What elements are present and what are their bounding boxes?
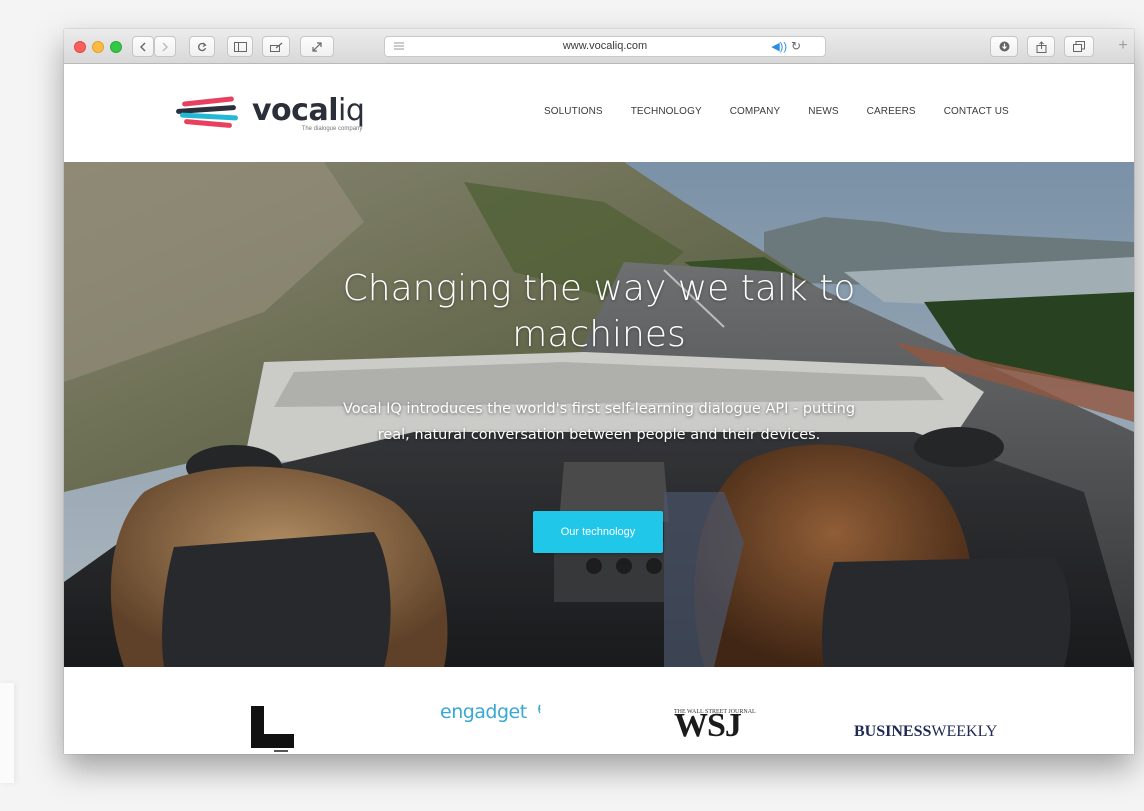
business-weekly-logo[interactable]: BUSINESSWEEKLY (854, 723, 997, 741)
engadget-signal-icon (537, 704, 541, 714)
vocaliq-logo[interactable]: vocaliq The dialogue company (175, 93, 365, 132)
forward-icon (162, 42, 168, 51)
minimize-window-button[interactable] (92, 41, 104, 53)
fullscreen-button[interactable] (300, 36, 334, 57)
url-text: www.vocaliq.com (562, 40, 648, 52)
main-nav: SOLUTIONS TECHNOLOGY COMPANY NEWS CAREER… (544, 106, 1037, 117)
press-logo-l-icon[interactable] (250, 706, 296, 752)
address-reload-icon[interactable]: ↻ (791, 39, 801, 53)
hero-subtitle: Vocal IQ introduces the world's first se… (342, 401, 856, 443)
logo-tagline: The dialogue company (301, 126, 363, 132)
sidebar-icon (233, 41, 247, 52)
sidebar-button[interactable] (227, 36, 253, 57)
logo-wordmark: vocaliq (252, 93, 365, 128)
logo-stripes-icon (175, 96, 240, 130)
tabs-icon (1073, 41, 1085, 52)
reload-toolbar-button[interactable] (189, 36, 215, 57)
background-card-edge (0, 683, 14, 783)
share-button[interactable] (1027, 36, 1055, 57)
close-window-button[interactable] (74, 41, 86, 53)
hero-section: Changing the way we talk to machines Voc… (64, 162, 1134, 667)
downloads-button[interactable] (990, 36, 1018, 57)
bookmark-share-button[interactable] (262, 36, 290, 57)
download-icon (999, 41, 1009, 52)
tabs-overview-button[interactable] (1064, 36, 1094, 57)
site-header: vocaliq The dialogue company SOLUTIONS T… (64, 64, 1134, 162)
zoom-window-button[interactable] (110, 41, 122, 53)
nav-contact-us[interactable]: CONTACT US (944, 106, 1009, 117)
back-icon (140, 42, 146, 51)
nav-solutions[interactable]: SOLUTIONS (544, 106, 603, 117)
hero-title: Changing the way we talk to machines (342, 268, 856, 355)
press-logos-strip: engadget THE WALL STREET JOURNAL WSJ BUS… (64, 667, 1134, 754)
nav-technology[interactable]: TECHNOLOGY (631, 106, 702, 117)
nav-company[interactable]: COMPANY (730, 106, 781, 117)
reload-icon (198, 42, 207, 51)
share-icon (1036, 40, 1046, 53)
fullscreen-icon (312, 41, 322, 52)
back-button[interactable] (132, 36, 154, 57)
browser-toolbar: www.vocaliq.com ◀)) ↻ + (64, 29, 1134, 64)
nav-news[interactable]: NEWS (808, 106, 838, 117)
address-bar[interactable]: www.vocaliq.com ◀)) ↻ (384, 36, 826, 57)
wsj-logo[interactable]: WSJ (674, 709, 742, 743)
share-icon (269, 42, 282, 52)
browser-window: www.vocaliq.com ◀)) ↻ + vocaliq The dial… (64, 29, 1134, 754)
forward-button[interactable] (154, 36, 176, 57)
engadget-logo[interactable]: engadget (440, 701, 542, 723)
speaker-icon[interactable]: ◀)) (771, 40, 787, 53)
nav-careers[interactable]: CAREERS (867, 106, 916, 117)
new-tab-button[interactable]: + (1112, 37, 1134, 57)
our-technology-button[interactable]: Our technology (533, 511, 663, 553)
